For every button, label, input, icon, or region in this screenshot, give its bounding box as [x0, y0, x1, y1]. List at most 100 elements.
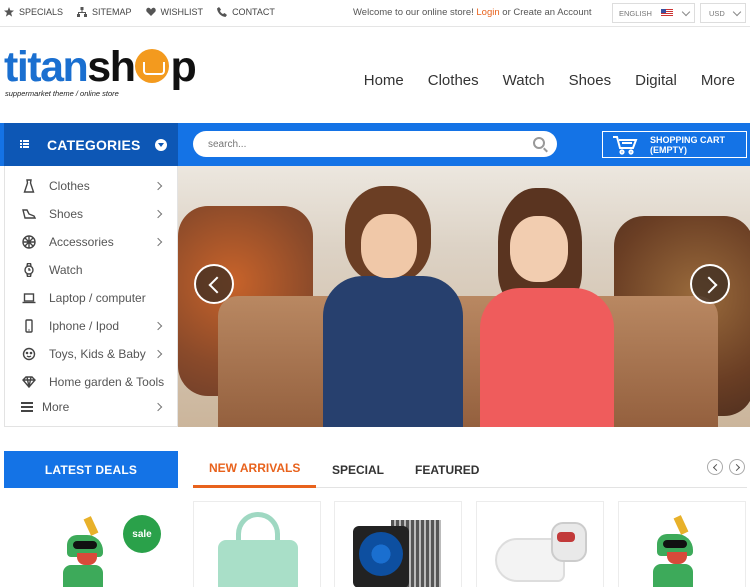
create-account-link[interactable]: Create an Account: [513, 7, 591, 18]
dress-icon: [21, 179, 37, 193]
diamond-icon: [21, 375, 37, 389]
nav-digital[interactable]: Digital: [635, 72, 677, 89]
logo-word-titan: titan: [4, 43, 89, 91]
phone-icon: [21, 319, 37, 333]
category-label: Clothes: [49, 179, 90, 193]
cpu-cooler-image: [353, 516, 443, 587]
slider-boy-figure: [323, 176, 463, 427]
shoe-icon: [21, 207, 37, 221]
nav-home[interactable]: Home: [364, 72, 404, 89]
phone-icon: [217, 7, 228, 17]
deal-product[interactable]: sale: [4, 499, 178, 587]
product-card[interactable]: [476, 501, 604, 587]
category-item-laptop[interactable]: Laptop / computer: [5, 286, 177, 310]
star-icon: [4, 7, 14, 17]
category-item-accessories[interactable]: Accessories: [5, 230, 177, 254]
wishlist-link[interactable]: WISHLIST: [145, 7, 204, 17]
chevron-right-icon: [153, 237, 163, 247]
carousel-next-button[interactable]: [729, 459, 745, 475]
wishlist-label: WISHLIST: [160, 7, 204, 17]
welcome-or: or: [502, 7, 511, 18]
slider-sofa: [218, 296, 718, 427]
specials-link[interactable]: SPECIALS: [4, 7, 63, 17]
category-item-shoes[interactable]: Shoes: [5, 202, 177, 226]
more-list-icon: [19, 400, 35, 414]
category-label: Home garden & Tools: [49, 375, 165, 389]
chevron-down-icon: [681, 7, 691, 17]
slider-prev-button[interactable]: [194, 264, 234, 304]
basket-icon: [135, 49, 170, 83]
product-card[interactable]: [193, 501, 321, 587]
contact-link[interactable]: CONTACT: [217, 7, 275, 17]
slider-next-button[interactable]: [690, 264, 730, 304]
product-card[interactable]: [618, 501, 746, 587]
accessories-icon: [21, 235, 37, 249]
handbag-image: [218, 512, 298, 587]
category-item-clothes[interactable]: Clothes: [5, 174, 177, 198]
nav-clothes[interactable]: Clothes: [428, 72, 479, 89]
site-logo[interactable]: titansh p suppermarket theme / online sto…: [4, 46, 214, 100]
heart-icon: [145, 7, 156, 16]
categories-title: CATEGORIES: [47, 136, 141, 153]
search-input[interactable]: [208, 138, 508, 150]
cart-icon: [613, 135, 638, 155]
logo-word-sh: sh: [87, 43, 136, 91]
sitemap-link[interactable]: SITEMAP: [77, 7, 132, 17]
nav-shoes[interactable]: Shoes: [569, 72, 612, 89]
category-label: Shoes: [49, 207, 84, 221]
logo-word-p: p: [170, 43, 196, 91]
cart-title: SHOPPING CART: [650, 134, 726, 145]
latest-deals-header: LATEST DEALS: [4, 451, 178, 488]
tab-featured[interactable]: FEATURED: [415, 451, 479, 488]
list-icon: [20, 140, 30, 149]
vacuum-image: [495, 518, 590, 587]
tab-new-arrivals[interactable]: NEW ARRIVALS: [193, 451, 317, 488]
watch-icon: [21, 263, 37, 277]
sale-badge: sale: [123, 515, 161, 553]
category-label: Toys, Kids & Baby: [49, 347, 146, 361]
cart-status: (EMPTY): [650, 144, 687, 155]
search-box: [193, 131, 557, 157]
nav-more[interactable]: More: [701, 72, 735, 89]
tab-special[interactable]: SPECIAL: [332, 451, 384, 488]
product-card[interactable]: [334, 501, 462, 587]
dragon-toy-image: [649, 515, 719, 587]
category-item-iphone[interactable]: Iphone / Ipod: [5, 314, 177, 338]
baby-icon: [21, 347, 37, 361]
category-label: Laptop / computer: [49, 291, 146, 305]
us-flag-icon: [660, 9, 673, 17]
top-bar: SPECIALS SITEMAP WISHLIST CONTACT Welcom…: [0, 0, 750, 27]
chevron-right-icon: [153, 209, 163, 219]
category-item-home-garden[interactable]: Home garden & Tools: [5, 370, 177, 394]
category-item-toys[interactable]: Toys, Kids & Baby: [5, 342, 177, 366]
chevron-right-icon: [153, 349, 163, 359]
top-links: SPECIALS SITEMAP WISHLIST CONTACT: [4, 7, 275, 17]
dragon-toy-image: [59, 516, 129, 587]
chevron-right-icon: [153, 321, 163, 331]
product-tabs: NEW ARRIVALS SPECIAL FEATURED: [193, 451, 747, 488]
main-nav: Home Clothes Watch Shoes Digital More: [340, 72, 735, 89]
category-label: Accessories: [49, 235, 114, 249]
language-value: ENGLISH: [619, 8, 652, 18]
shopping-cart-button[interactable]: SHOPPING CART (EMPTY): [602, 131, 747, 158]
logo-tagline: suppermarket theme / online store: [5, 89, 119, 98]
chevron-right-icon: [153, 402, 163, 412]
dropdown-circle-icon: [154, 138, 167, 151]
category-label: More: [42, 400, 70, 414]
chevron-right-icon: [153, 181, 163, 191]
sitemap-icon: [77, 7, 88, 17]
category-item-watch[interactable]: Watch: [5, 258, 177, 282]
sitemap-label: SITEMAP: [92, 7, 132, 17]
contact-label: CONTACT: [232, 7, 275, 17]
language-select[interactable]: ENGLISH: [612, 3, 695, 23]
welcome-text: Welcome to our online store!: [353, 7, 474, 18]
category-item-more[interactable]: More: [5, 395, 177, 419]
nav-watch[interactable]: Watch: [503, 72, 545, 89]
cart-text: SHOPPING CART (EMPTY): [650, 135, 725, 155]
search-icon[interactable]: [533, 137, 545, 149]
currency-select[interactable]: USD: [700, 3, 746, 23]
login-link[interactable]: Login: [476, 7, 499, 18]
category-sidebar: Clothes Shoes Accessories Watch Laptop /…: [4, 166, 178, 427]
categories-toggle[interactable]: CATEGORIES: [4, 123, 178, 166]
carousel-prev-button[interactable]: [707, 459, 723, 475]
